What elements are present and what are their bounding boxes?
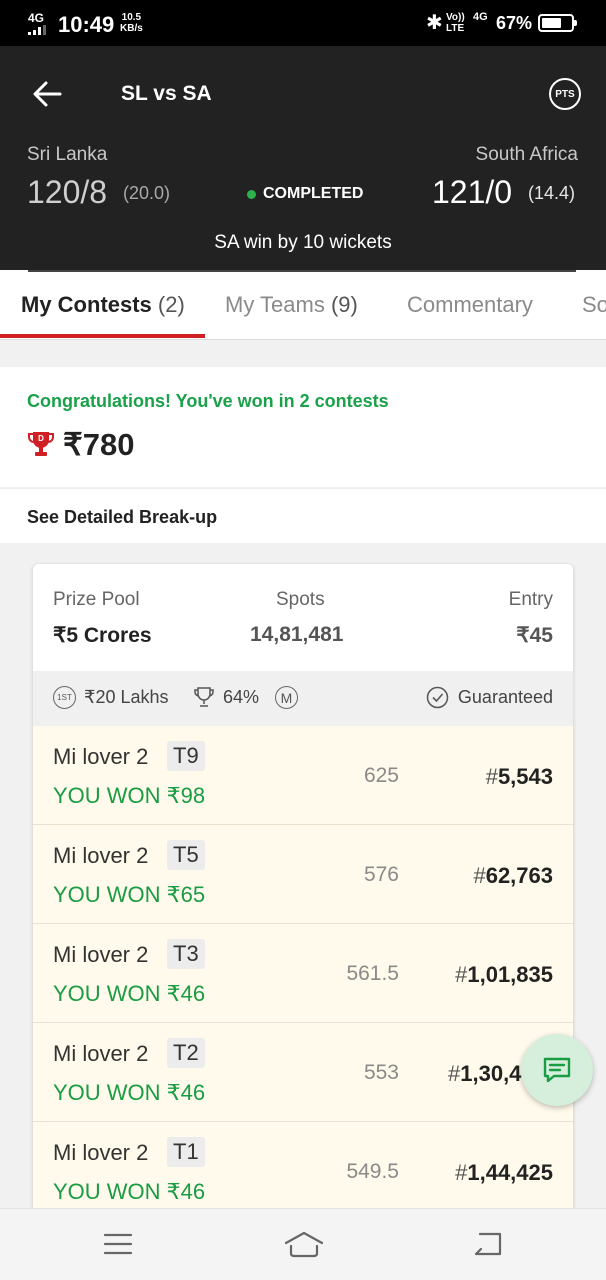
prize-pool-label: Prize Pool	[53, 589, 140, 610]
prize-pool-value: ₹5 Crores	[53, 624, 152, 647]
team-row[interactable]: Mi lover 2 T9 YOU WON ₹98 625 #5,543	[33, 726, 573, 825]
contest-info-bar: 1ST ₹20 Lakhs 64% M Guaranteed	[33, 671, 573, 726]
team-row[interactable]: Mi lover 2 T5 YOU WON ₹65 576 #62,763	[33, 825, 573, 924]
network-type-2: 4G	[473, 11, 488, 23]
team2-name: South Africa	[475, 144, 578, 165]
contest-card[interactable]: Prize Pool Spots Entry ₹5 Crores 14,81,4…	[33, 564, 573, 1224]
points-button[interactable]: PTS	[549, 78, 581, 110]
home-icon[interactable]	[283, 1231, 325, 1259]
network-type: 4G	[28, 11, 45, 25]
team2-overs: (14.4)	[528, 183, 576, 203]
first-prize-icon: 1ST	[53, 686, 76, 709]
team-row[interactable]: Mi lover 2 T2 YOU WON ₹46 553 #1,30,4	[33, 1023, 573, 1122]
tab-bar: My Contests (2) My Teams (9) Commentary …	[0, 270, 606, 340]
system-nav-bar	[0, 1208, 606, 1280]
match-result: SA win by 10 wickets	[214, 232, 392, 253]
back-arrow-icon[interactable]	[30, 78, 66, 110]
signal-icon	[28, 25, 48, 35]
network-speed: 10.5 KB/s	[120, 12, 143, 34]
match-status: COMPLETED	[247, 185, 363, 203]
tab-my-teams[interactable]: My Teams (9)	[225, 292, 358, 318]
back-icon[interactable]	[472, 1231, 504, 1257]
spots-value: 14,81,481	[250, 623, 344, 646]
active-tab-indicator	[0, 334, 205, 338]
chat-icon	[543, 1057, 571, 1083]
volte-indicator: Vo)) LTE	[446, 12, 465, 34]
battery-icon	[538, 14, 577, 32]
tab-my-contests[interactable]: My Contests (2)	[21, 292, 185, 318]
see-breakup-link[interactable]: See Detailed Break-up	[0, 488, 606, 543]
team1-overs: (20.0)	[123, 183, 171, 203]
team-row[interactable]: Mi lover 2 T1 YOU WON ₹46 549.5 #1,44,42…	[33, 1122, 573, 1221]
battery-percent: 67%	[496, 13, 533, 33]
team2-score: 121/0	[432, 174, 513, 210]
trophy-outline-icon	[194, 687, 214, 707]
first-prize: 1ST ₹20 Lakhs	[53, 686, 169, 709]
tab-scorecard[interactable]: So	[582, 292, 606, 318]
win-percent: 64%	[193, 686, 259, 708]
status-bar: 4G 10:49 10.5 KB/s ✱ Vo)) LTE 4G 67%	[0, 0, 606, 46]
congrats-message: Congratulations! You've won in 2 contest…	[27, 391, 389, 411]
check-circle-icon	[426, 686, 449, 709]
multi-entry-icon: M	[275, 686, 298, 709]
trophy-icon: D	[28, 432, 54, 456]
team1-name: Sri Lanka	[27, 144, 108, 165]
winnings-summary: Congratulations! You've won in 2 contest…	[0, 367, 606, 487]
guaranteed-badge: Guaranteed	[426, 686, 553, 709]
team1-score: 120/8	[27, 174, 108, 210]
menu-icon[interactable]	[103, 1231, 133, 1257]
chat-button[interactable]	[521, 1034, 593, 1106]
entry-value: ₹45	[516, 624, 553, 647]
spots-label: Spots	[276, 589, 325, 610]
multi-entry: M	[275, 686, 306, 709]
clock: 10:49	[58, 12, 115, 37]
match-header: SL vs SA PTS Sri Lanka South Africa 120/…	[0, 46, 606, 270]
tab-commentary[interactable]: Commentary	[407, 292, 533, 318]
match-title: SL vs SA	[121, 82, 212, 105]
winnings-amount: ₹780	[63, 427, 135, 462]
entry-label: Entry	[508, 589, 553, 610]
status-dot-icon	[247, 189, 256, 199]
svg-text:D: D	[38, 434, 44, 443]
bluetooth-icon: ✱	[426, 12, 443, 34]
team-row[interactable]: Mi lover 2 T3 YOU WON ₹46 561.5 #1,01,83…	[33, 924, 573, 1023]
